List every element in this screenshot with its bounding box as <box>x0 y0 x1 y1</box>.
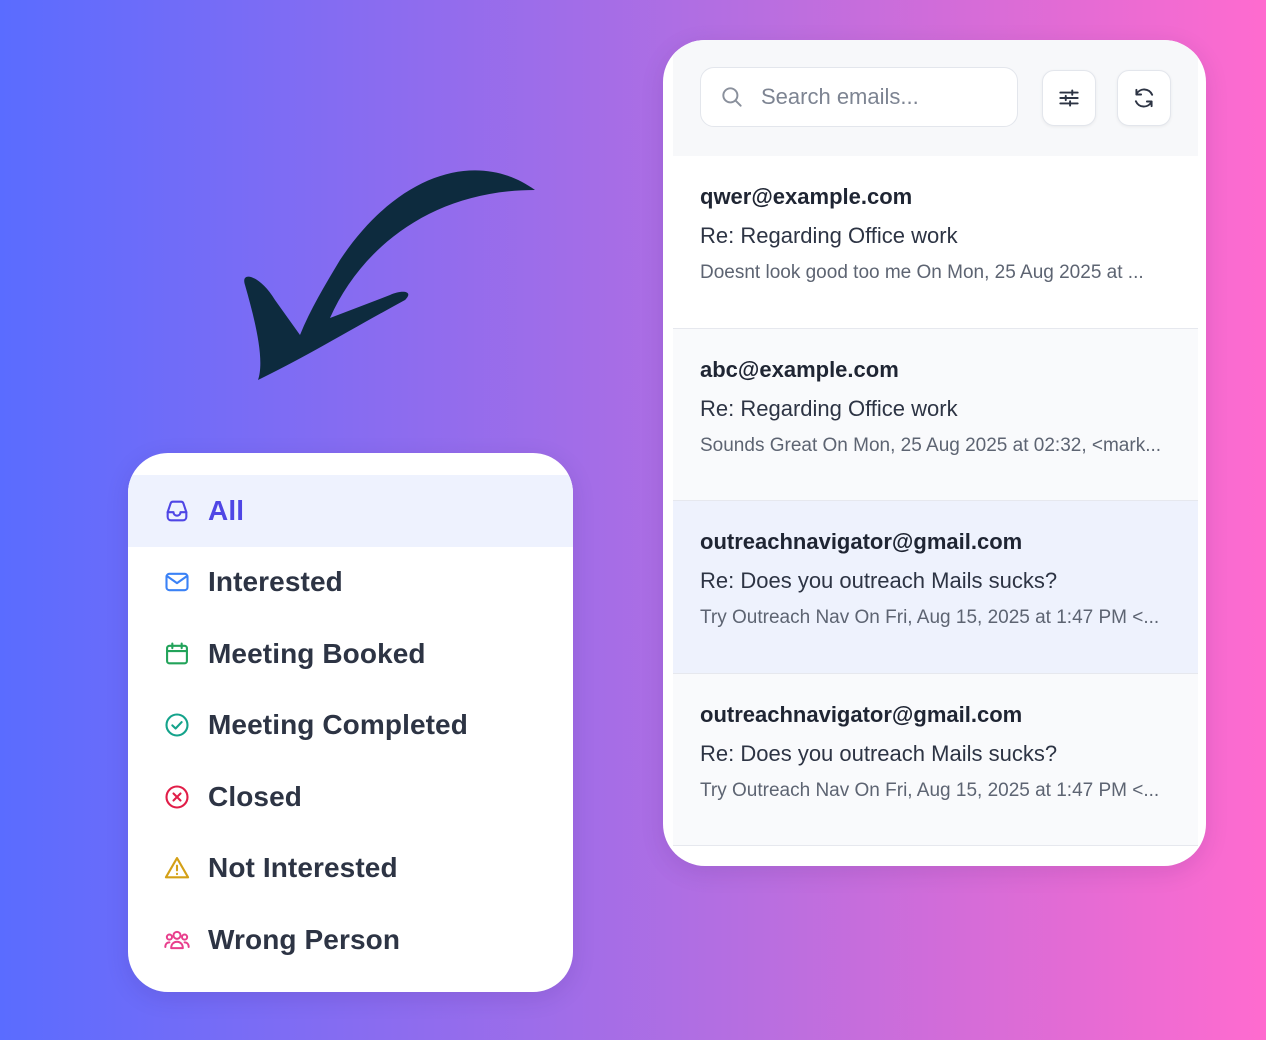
email-subject: Re: Regarding Office work <box>700 395 958 421</box>
category-label: Interested <box>208 566 343 598</box>
email-panel: qwer@example.com Re: Regarding Office wo… <box>663 40 1206 866</box>
category-meeting-booked[interactable]: Meeting Booked <box>128 618 573 690</box>
email-preview: Try Outreach Nav On Fri, Aug 15, 2025 at… <box>700 607 1160 628</box>
category-label: Not Interested <box>208 852 398 884</box>
email-preview: Doesnt look good too me On Mon, 25 Aug 2… <box>700 262 1144 283</box>
email-subject: Re: Does you outreach Mails sucks? <box>700 740 1058 766</box>
email-list: qwer@example.com Re: Regarding Office wo… <box>673 156 1198 846</box>
calendar-icon <box>162 639 192 669</box>
email-sender: outreachnavigator@gmail.com <box>700 701 1023 727</box>
email-item[interactable]: outreachnavigator@gmail.com Re: Does you… <box>673 673 1198 846</box>
category-all[interactable]: All <box>128 475 573 547</box>
category-not-interested[interactable]: Not Interested <box>128 833 573 905</box>
category-label: Wrong Person <box>208 923 401 955</box>
category-wrong-person[interactable]: Wrong Person <box>128 904 573 976</box>
refresh-icon <box>1134 88 1154 108</box>
email-sender: abc@example.com <box>700 356 899 382</box>
category-meeting-completed[interactable]: Meeting Completed <box>128 690 573 762</box>
category-label: Meeting Booked <box>208 637 426 669</box>
check-circle-icon <box>162 710 192 740</box>
category-label: Meeting Completed <box>208 709 468 741</box>
category-label: Closed <box>208 780 302 812</box>
email-preview: Sounds Great On Mon, 25 Aug 2025 at 02:3… <box>700 434 1162 456</box>
email-subject: Re: Does you outreach Mails sucks? <box>700 568 1058 593</box>
category-interested[interactable]: Interested <box>128 547 573 619</box>
users-icon <box>162 925 192 955</box>
sliders-icon <box>1059 89 1079 107</box>
email-sender: outreachnavigator@gmail.com <box>700 529 1023 554</box>
search-input[interactable] <box>759 83 1003 111</box>
category-label: All <box>208 494 245 526</box>
x-circle-icon <box>162 782 192 812</box>
search-box[interactable] <box>700 67 1018 127</box>
email-item[interactable]: abc@example.com Re: Regarding Office wor… <box>673 328 1198 501</box>
filter-button[interactable] <box>1042 70 1096 126</box>
email-sender: qwer@example.com <box>700 184 913 209</box>
category-list: All Interested Meeting Booked Meeting Co… <box>128 475 573 976</box>
refresh-button[interactable] <box>1117 70 1171 126</box>
email-toolbar <box>673 40 1198 157</box>
category-closed[interactable]: Closed <box>128 761 573 833</box>
mail-icon <box>162 567 192 597</box>
email-preview: Try Outreach Nav On Fri, Aug 15, 2025 at… <box>700 779 1160 801</box>
email-item[interactable]: qwer@example.com Re: Regarding Office wo… <box>673 156 1198 329</box>
inbox-icon <box>162 496 192 526</box>
email-subject: Re: Regarding Office work <box>700 223 958 248</box>
search-icon <box>722 87 742 107</box>
curved-arrow-icon <box>244 170 535 380</box>
email-item-selected[interactable]: outreachnavigator@gmail.com Re: Does you… <box>673 501 1198 674</box>
category-panel: All Interested Meeting Booked Meeting Co… <box>128 453 573 992</box>
warning-triangle-icon <box>162 853 192 883</box>
